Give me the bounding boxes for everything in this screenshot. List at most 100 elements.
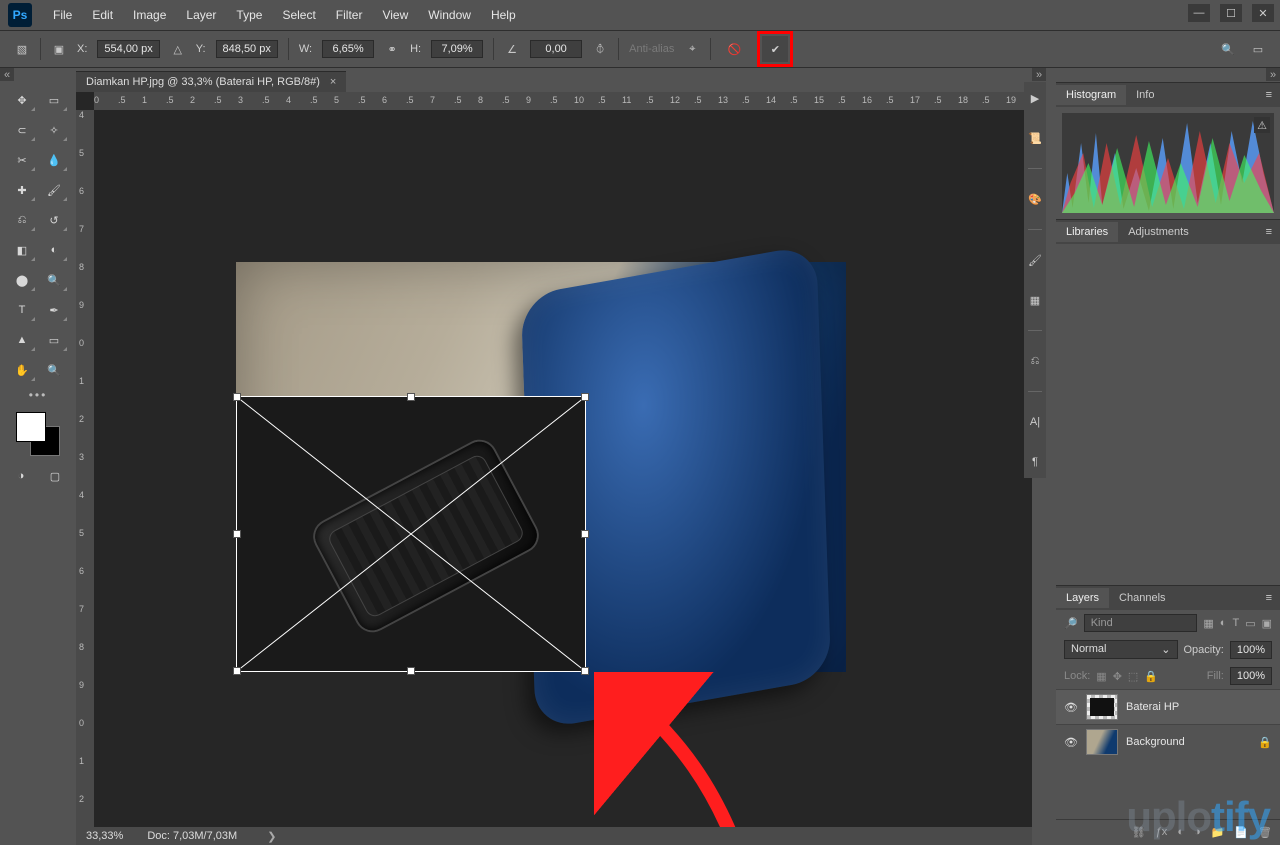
shape-tool[interactable]: ▭ xyxy=(40,328,68,352)
warp-icon[interactable]: ⌖ xyxy=(684,41,700,57)
layers-panel-menu-icon[interactable]: ≡ xyxy=(1258,592,1280,604)
ruler-vertical[interactable]: 45678901234567890123 xyxy=(76,110,94,827)
layer-filter-kind-icon[interactable]: 🔎 xyxy=(1064,617,1078,630)
window-minimize-button[interactable]: — xyxy=(1188,4,1210,22)
y-input[interactable]: 848,50 px xyxy=(216,40,278,58)
lock-pixels-icon[interactable]: ▦ xyxy=(1096,670,1106,683)
lock-icon[interactable]: 🔒 xyxy=(1258,736,1272,749)
status-zoom[interactable]: 33,33% xyxy=(86,830,123,842)
mid-dock-collapse-icon[interactable]: » xyxy=(1032,68,1046,81)
menu-layer[interactable]: Layer xyxy=(177,4,225,26)
dock-swatches-icon[interactable]: ▦ xyxy=(1025,290,1045,310)
transform-handle-ml[interactable] xyxy=(233,530,241,538)
move-tool[interactable]: ✥ xyxy=(8,88,36,112)
transform-handle-mr[interactable] xyxy=(581,530,589,538)
eraser-tool[interactable]: ◧ xyxy=(8,238,36,262)
ruler-horizontal[interactable]: 0.51.52.53.54.55.56.57.58.59.510.511.512… xyxy=(94,92,1032,110)
cancel-transform-button[interactable]: 🚫 xyxy=(721,36,747,62)
hand-tool[interactable]: ✋ xyxy=(8,358,36,382)
dock-clone-icon[interactable]: ⎌ xyxy=(1025,351,1045,371)
reference-point-icon[interactable]: ▣ xyxy=(51,41,67,57)
quick-mask-icon[interactable]: ◑ xyxy=(8,464,34,488)
menu-file[interactable]: File xyxy=(44,4,81,26)
dock-character-icon[interactable]: A| xyxy=(1025,412,1045,432)
opacity-input[interactable]: 100% xyxy=(1230,641,1272,659)
right-dock-collapse-icon[interactable]: » xyxy=(1266,68,1280,81)
workspace-icon[interactable]: ▭ xyxy=(1250,41,1266,57)
layer-name[interactable]: Background xyxy=(1126,736,1250,748)
menu-select[interactable]: Select xyxy=(273,4,324,26)
layer-thumbnail[interactable] xyxy=(1086,729,1118,755)
lasso-tool[interactable]: ⊂ xyxy=(8,118,36,142)
histogram-panel-menu-icon[interactable]: ≡ xyxy=(1258,89,1280,101)
dodge-tool[interactable]: 🔍 xyxy=(40,268,68,292)
canvas[interactable]: Atur Ukuran dan Posisi xyxy=(94,110,1032,827)
dock-brush-icon[interactable]: 🖌 xyxy=(1025,250,1045,270)
angle-input[interactable]: 0,00 xyxy=(530,40,582,58)
document-tab[interactable]: Diamkan HP.jpg @ 33,3% (Baterai HP, RGB/… xyxy=(76,71,346,92)
layer-thumbnail[interactable] xyxy=(1086,694,1118,720)
type-tool[interactable]: T xyxy=(8,298,36,322)
lock-artboard-icon[interactable]: ⬚ xyxy=(1128,670,1138,683)
path-select-tool[interactable]: ▲ xyxy=(8,328,36,352)
dock-history-icon[interactable]: 📜 xyxy=(1025,128,1045,148)
status-more-icon[interactable]: ❯ xyxy=(267,830,276,843)
blur-tool[interactable]: ⬤ xyxy=(8,268,36,292)
brush-tool[interactable]: 🖌 xyxy=(40,178,68,202)
close-tab-icon[interactable]: × xyxy=(330,76,336,88)
tool-overflow-icon[interactable]: ••• xyxy=(8,388,68,402)
transform-handle-tm[interactable] xyxy=(407,393,415,401)
layer-filter-kind[interactable]: Kind xyxy=(1084,614,1198,632)
menu-image[interactable]: Image xyxy=(124,4,175,26)
tab-info[interactable]: Info xyxy=(1126,85,1164,105)
menu-filter[interactable]: Filter xyxy=(327,4,372,26)
status-doc-size[interactable]: Doc: 7,03M/7,03M xyxy=(147,830,237,842)
filter-type-icon[interactable]: T xyxy=(1232,617,1239,630)
w-input[interactable]: 6,65% xyxy=(322,40,374,58)
window-close-button[interactable]: ✕ xyxy=(1252,4,1274,22)
marquee-tool[interactable]: ▭ xyxy=(40,88,68,112)
filter-pixel-icon[interactable]: ▦ xyxy=(1203,617,1213,630)
lock-position-icon[interactable]: ✥ xyxy=(1113,670,1122,683)
blend-mode-select[interactable]: Normal⌄ xyxy=(1064,640,1178,659)
tab-histogram[interactable]: Histogram xyxy=(1056,85,1126,105)
menu-type[interactable]: Type xyxy=(227,4,271,26)
quick-select-tool[interactable]: ✧ xyxy=(40,118,68,142)
crop-tool[interactable]: ✂ xyxy=(8,148,36,172)
foreground-color-swatch[interactable] xyxy=(16,412,46,442)
tab-channels[interactable]: Channels xyxy=(1109,588,1175,608)
filter-shape-icon[interactable]: ▭ xyxy=(1245,617,1255,630)
healing-tool[interactable]: ✚ xyxy=(8,178,36,202)
transform-bounding-box[interactable] xyxy=(236,396,586,672)
tab-adjustments[interactable]: Adjustments xyxy=(1118,222,1199,242)
tab-libraries[interactable]: Libraries xyxy=(1056,222,1118,242)
screen-mode-icon[interactable]: ▢ xyxy=(42,464,68,488)
fill-input[interactable]: 100% xyxy=(1230,667,1272,685)
commit-transform-button[interactable]: ✔ xyxy=(762,36,788,62)
search-icon[interactable]: 🔍 xyxy=(1220,41,1236,57)
history-brush-tool[interactable]: ↺ xyxy=(40,208,68,232)
visibility-toggle-icon[interactable]: 👁 xyxy=(1064,736,1078,749)
dock-styles-icon[interactable]: 🎨 xyxy=(1025,189,1045,209)
transform-handle-bm[interactable] xyxy=(407,667,415,675)
layer-row-baterai[interactable]: 👁 Baterai HP xyxy=(1056,689,1280,724)
transform-handle-bl[interactable] xyxy=(233,667,241,675)
menu-window[interactable]: Window xyxy=(419,4,480,26)
tab-layers[interactable]: Layers xyxy=(1056,588,1109,608)
delta-icon[interactable]: △ xyxy=(170,41,186,57)
x-input[interactable]: 554,00 px xyxy=(97,40,159,58)
window-maximize-button[interactable]: ☐ xyxy=(1220,4,1242,22)
left-dock-collapse-icon[interactable]: « xyxy=(0,68,14,81)
dock-play-icon[interactable]: ▶ xyxy=(1025,88,1045,108)
layer-row-background[interactable]: 👁 Background 🔒 xyxy=(1056,724,1280,759)
filter-smart-icon[interactable]: ▣ xyxy=(1262,617,1272,630)
skew-h-icon[interactable]: ⦽ xyxy=(592,41,608,57)
layer-name[interactable]: Baterai HP xyxy=(1126,701,1272,713)
eyedropper-tool[interactable]: 💧 xyxy=(40,148,68,172)
libraries-panel-menu-icon[interactable]: ≡ xyxy=(1258,226,1280,238)
transform-handle-tr[interactable] xyxy=(581,393,589,401)
menu-help[interactable]: Help xyxy=(482,4,525,26)
visibility-toggle-icon[interactable]: 👁 xyxy=(1064,701,1078,714)
lock-all-icon[interactable]: 🔒 xyxy=(1144,670,1158,683)
h-input[interactable]: 7,09% xyxy=(431,40,483,58)
